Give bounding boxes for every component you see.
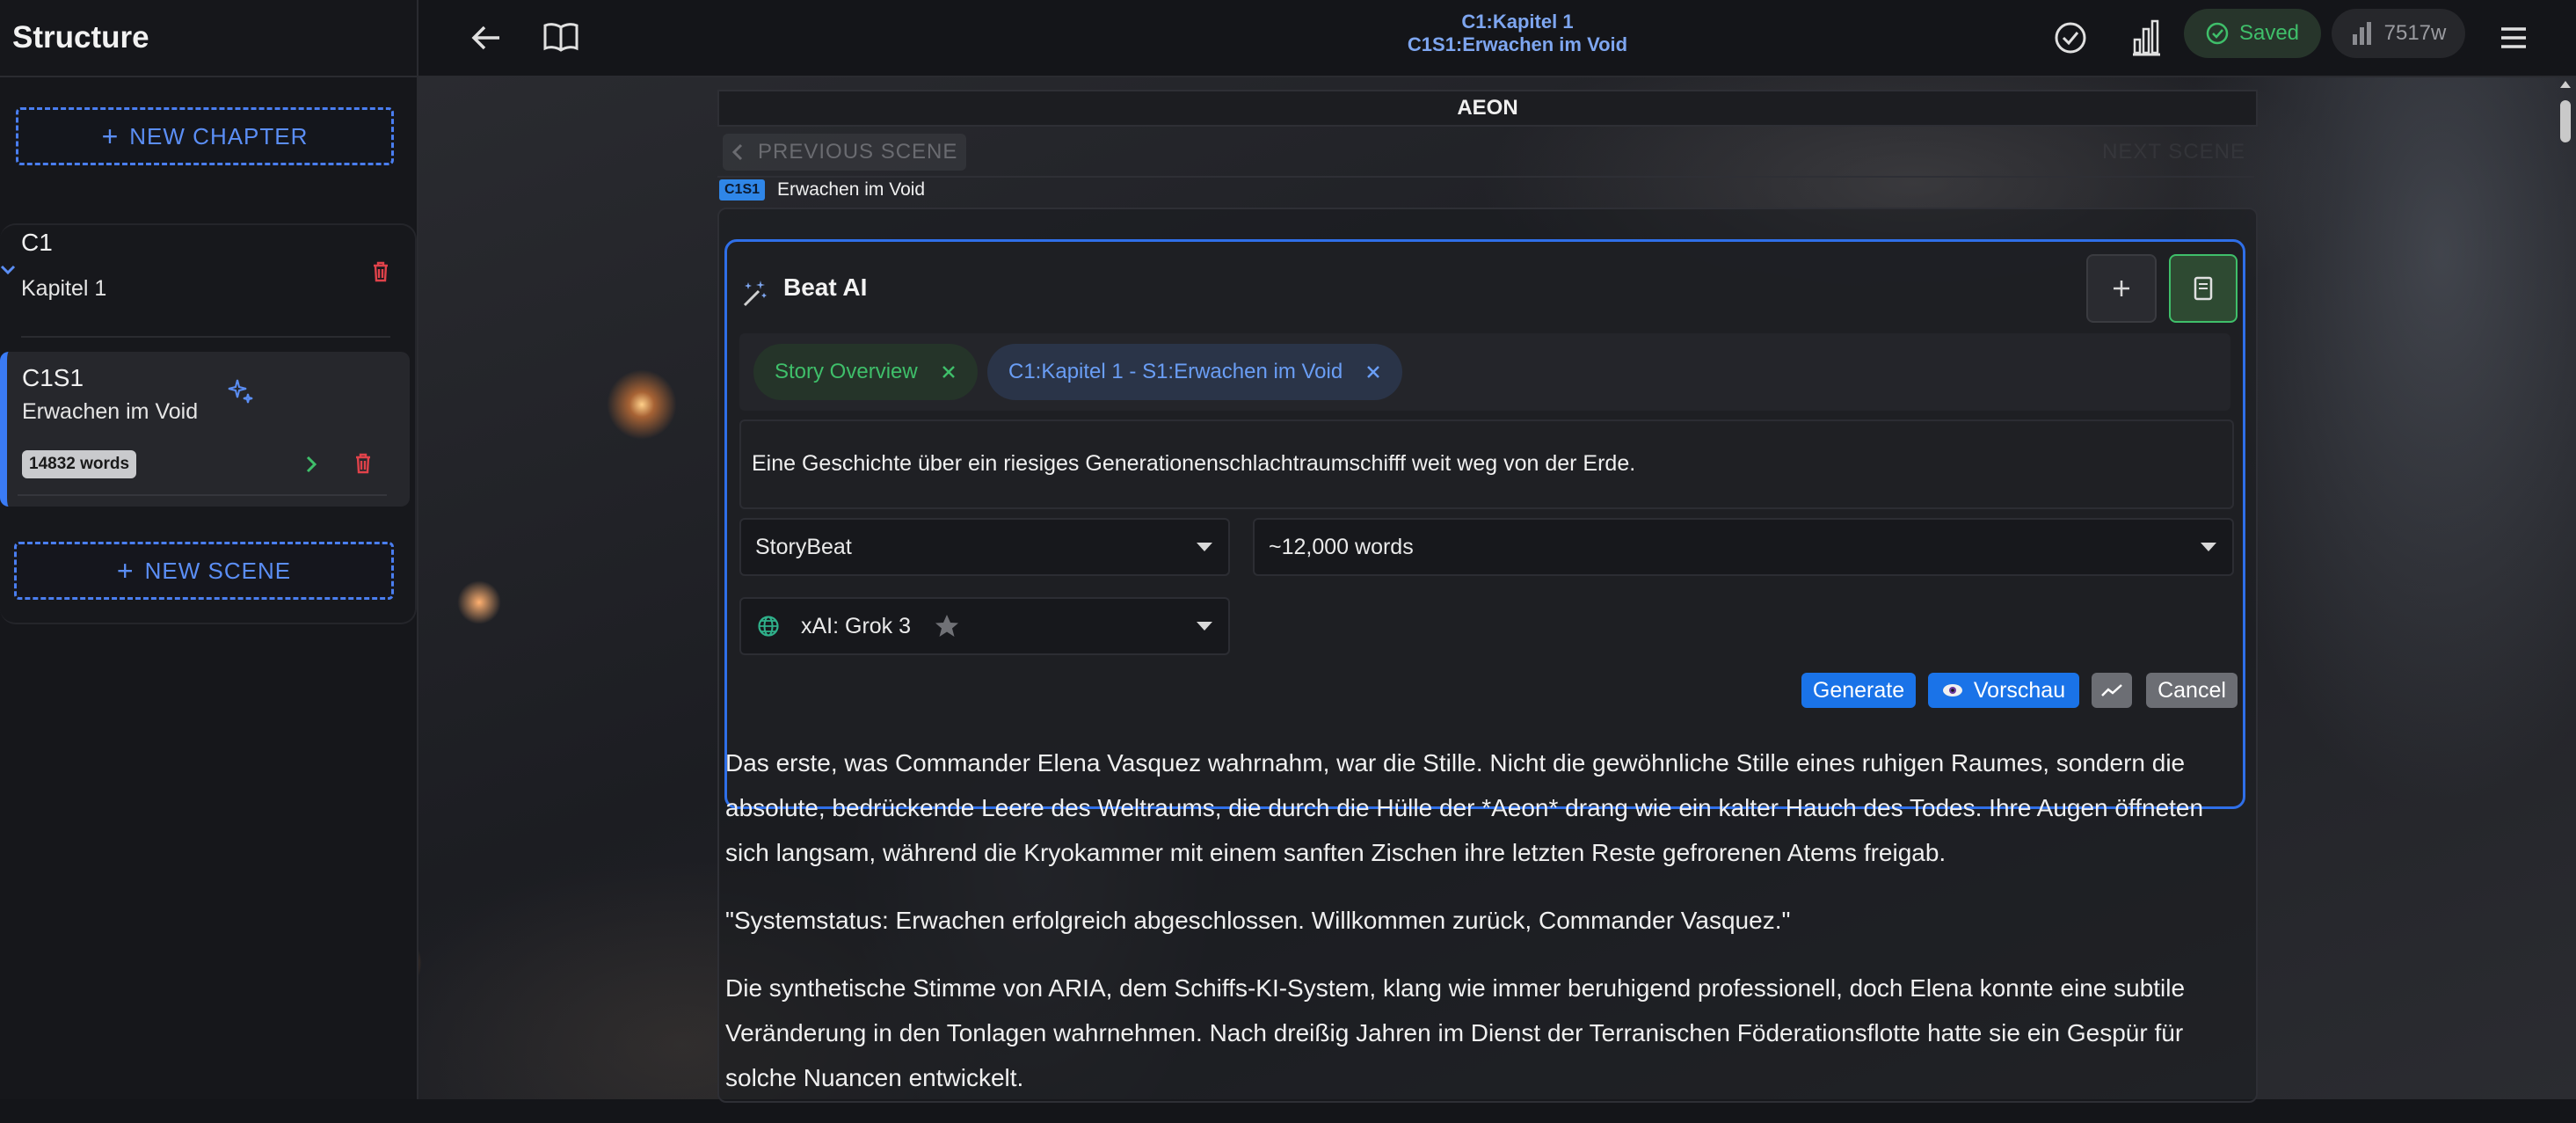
chip-label: Story Overview bbox=[775, 360, 918, 383]
document-icon bbox=[2194, 276, 2213, 301]
back-arrow-icon[interactable] bbox=[464, 16, 508, 60]
chapter-title: Kapitel 1 bbox=[21, 276, 107, 301]
stats-bar-chart-icon[interactable] bbox=[2124, 14, 2168, 62]
scene-divider bbox=[18, 494, 387, 496]
plus-icon: + bbox=[116, 554, 135, 587]
beat-ai-panel: Beat AI Story Overview C1:Kapitel 1 - S1… bbox=[724, 239, 2245, 809]
preview-label: Vorschau bbox=[1973, 677, 2066, 703]
model-select[interactable]: xAI: Grok 3 bbox=[739, 597, 1230, 655]
breadcrumb-scene: C1S1:Erwachen im Void bbox=[1407, 33, 1628, 55]
scene-header-strip: C1S1 Erwachen im Void bbox=[717, 176, 2254, 202]
scroll-up-icon[interactable] bbox=[2560, 81, 2571, 88]
breadcrumb: C1:Kapitel 1 C1S1:Erwachen im Void bbox=[1342, 11, 1693, 56]
breadcrumb-chapter: C1:Kapitel 1 bbox=[1461, 11, 1574, 33]
beat-type-value: StoryBeat bbox=[755, 534, 852, 559]
prompt-text: Eine Geschichte über ein riesiges Genera… bbox=[752, 451, 1636, 476]
new-chapter-button[interactable]: + NEW CHAPTER bbox=[16, 107, 394, 165]
chapter-divider bbox=[21, 336, 390, 338]
preview-button[interactable]: Vorschau bbox=[1928, 673, 2079, 708]
chevron-left-icon bbox=[731, 143, 743, 161]
bar-chart-icon bbox=[2352, 22, 2371, 45]
plus-icon: + bbox=[101, 120, 120, 152]
saved-label: Saved bbox=[2238, 21, 2300, 45]
story-title: AEON bbox=[1457, 96, 1518, 120]
length-value: ~12,000 words bbox=[1269, 534, 1414, 559]
chevron-right-icon[interactable] bbox=[304, 454, 318, 479]
cancel-button[interactable]: Cancel bbox=[2146, 673, 2238, 708]
chevron-down-icon bbox=[1197, 543, 1212, 551]
prose-paragraph: "Systemstatus: Erwachen erfolgreich abge… bbox=[725, 907, 1791, 934]
new-scene-label: NEW SCENE bbox=[144, 557, 292, 584]
chevron-down-icon[interactable] bbox=[0, 264, 16, 281]
scrollbar-thumb[interactable] bbox=[2560, 100, 2571, 142]
previous-scene-button[interactable]: PREVIOUS SCENE bbox=[723, 134, 967, 171]
document-button[interactable] bbox=[2169, 254, 2238, 323]
chip-label: C1:Kapitel 1 - S1:Erwachen im Void bbox=[1008, 360, 1343, 383]
new-chapter-label: NEW CHAPTER bbox=[129, 122, 309, 149]
word-count-label: 7517w bbox=[2383, 21, 2447, 45]
book-icon[interactable] bbox=[538, 14, 584, 60]
delete-scene-icon[interactable] bbox=[353, 452, 373, 479]
hamburger-menu-icon[interactable] bbox=[2492, 16, 2536, 60]
scrollbar[interactable] bbox=[2558, 81, 2572, 1099]
context-chip-story-overview[interactable]: Story Overview bbox=[753, 344, 978, 400]
scene-title: Erwachen im Void bbox=[22, 399, 199, 424]
sidebar-title: Structure bbox=[0, 0, 417, 77]
trend-chart-button[interactable] bbox=[2092, 673, 2132, 708]
scene-badge: C1S1 bbox=[719, 179, 766, 201]
check-circle-icon bbox=[2206, 22, 2229, 45]
word-count-pill: 7517w bbox=[2332, 9, 2465, 58]
next-scene-button[interactable]: NEXT SCENE bbox=[2102, 134, 2245, 171]
beat-ai-title: Beat AI bbox=[783, 273, 868, 301]
add-context-button[interactable] bbox=[2086, 254, 2157, 323]
delete-chapter-icon[interactable] bbox=[371, 260, 390, 288]
star-icon[interactable] bbox=[934, 613, 960, 639]
check-circle-icon[interactable] bbox=[2048, 16, 2092, 60]
context-chip-scene[interactable]: C1:Kapitel 1 - S1:Erwachen im Void bbox=[987, 344, 1403, 400]
prompt-input[interactable]: Eine Geschichte über ein riesiges Genera… bbox=[739, 419, 2234, 509]
chevron-down-icon bbox=[1197, 622, 1212, 631]
close-icon[interactable] bbox=[1365, 364, 1381, 380]
trend-icon bbox=[2101, 684, 2122, 696]
new-scene-button[interactable]: + NEW SCENE bbox=[14, 542, 394, 600]
scene-id: C1S1 bbox=[22, 364, 84, 391]
chevron-down-icon bbox=[2201, 543, 2216, 551]
prose-paragraph: Das erste, was Commander Elena Vasquez w… bbox=[725, 749, 2204, 866]
story-title-bar: AEON bbox=[717, 90, 2258, 127]
scene-navigation: PREVIOUS SCENE NEXT SCENE bbox=[717, 132, 2254, 172]
close-icon[interactable] bbox=[941, 364, 957, 380]
word-count-badge: 14832 words bbox=[22, 450, 137, 478]
previous-scene-label: PREVIOUS SCENE bbox=[758, 140, 958, 164]
model-value: xAI: Grok 3 bbox=[801, 613, 912, 638]
saved-status-pill: Saved bbox=[2184, 9, 2321, 58]
scene-prose[interactable]: Das erste, was Commander Elena Vasquez w… bbox=[725, 740, 2220, 1123]
top-bar: C1:Kapitel 1 C1S1:Erwachen im Void Saved… bbox=[418, 0, 2576, 77]
scene-header-title: Erwachen im Void bbox=[777, 179, 926, 200]
plus-icon bbox=[2114, 281, 2129, 296]
structure-sidebar: Structure + NEW CHAPTER C1 Kapitel 1 C1S… bbox=[0, 0, 418, 1099]
chapter-id: C1 bbox=[21, 229, 53, 256]
globe-icon bbox=[758, 616, 779, 637]
length-select[interactable]: ~12,000 words bbox=[1253, 518, 2234, 576]
scene-card[interactable]: C1S1 Erwachen im Void 14832 words bbox=[0, 352, 410, 507]
next-scene-label: NEXT SCENE bbox=[2102, 140, 2245, 164]
beat-type-select[interactable]: StoryBeat bbox=[739, 518, 1230, 576]
generate-button[interactable]: Generate bbox=[1801, 673, 1916, 708]
sparkle-icon[interactable] bbox=[225, 376, 255, 411]
eye-icon bbox=[1942, 684, 1962, 696]
prose-paragraph: Die synthetische Stimme von ARIA, dem Sc… bbox=[725, 974, 2186, 1091]
magic-wand-icon bbox=[739, 279, 769, 313]
